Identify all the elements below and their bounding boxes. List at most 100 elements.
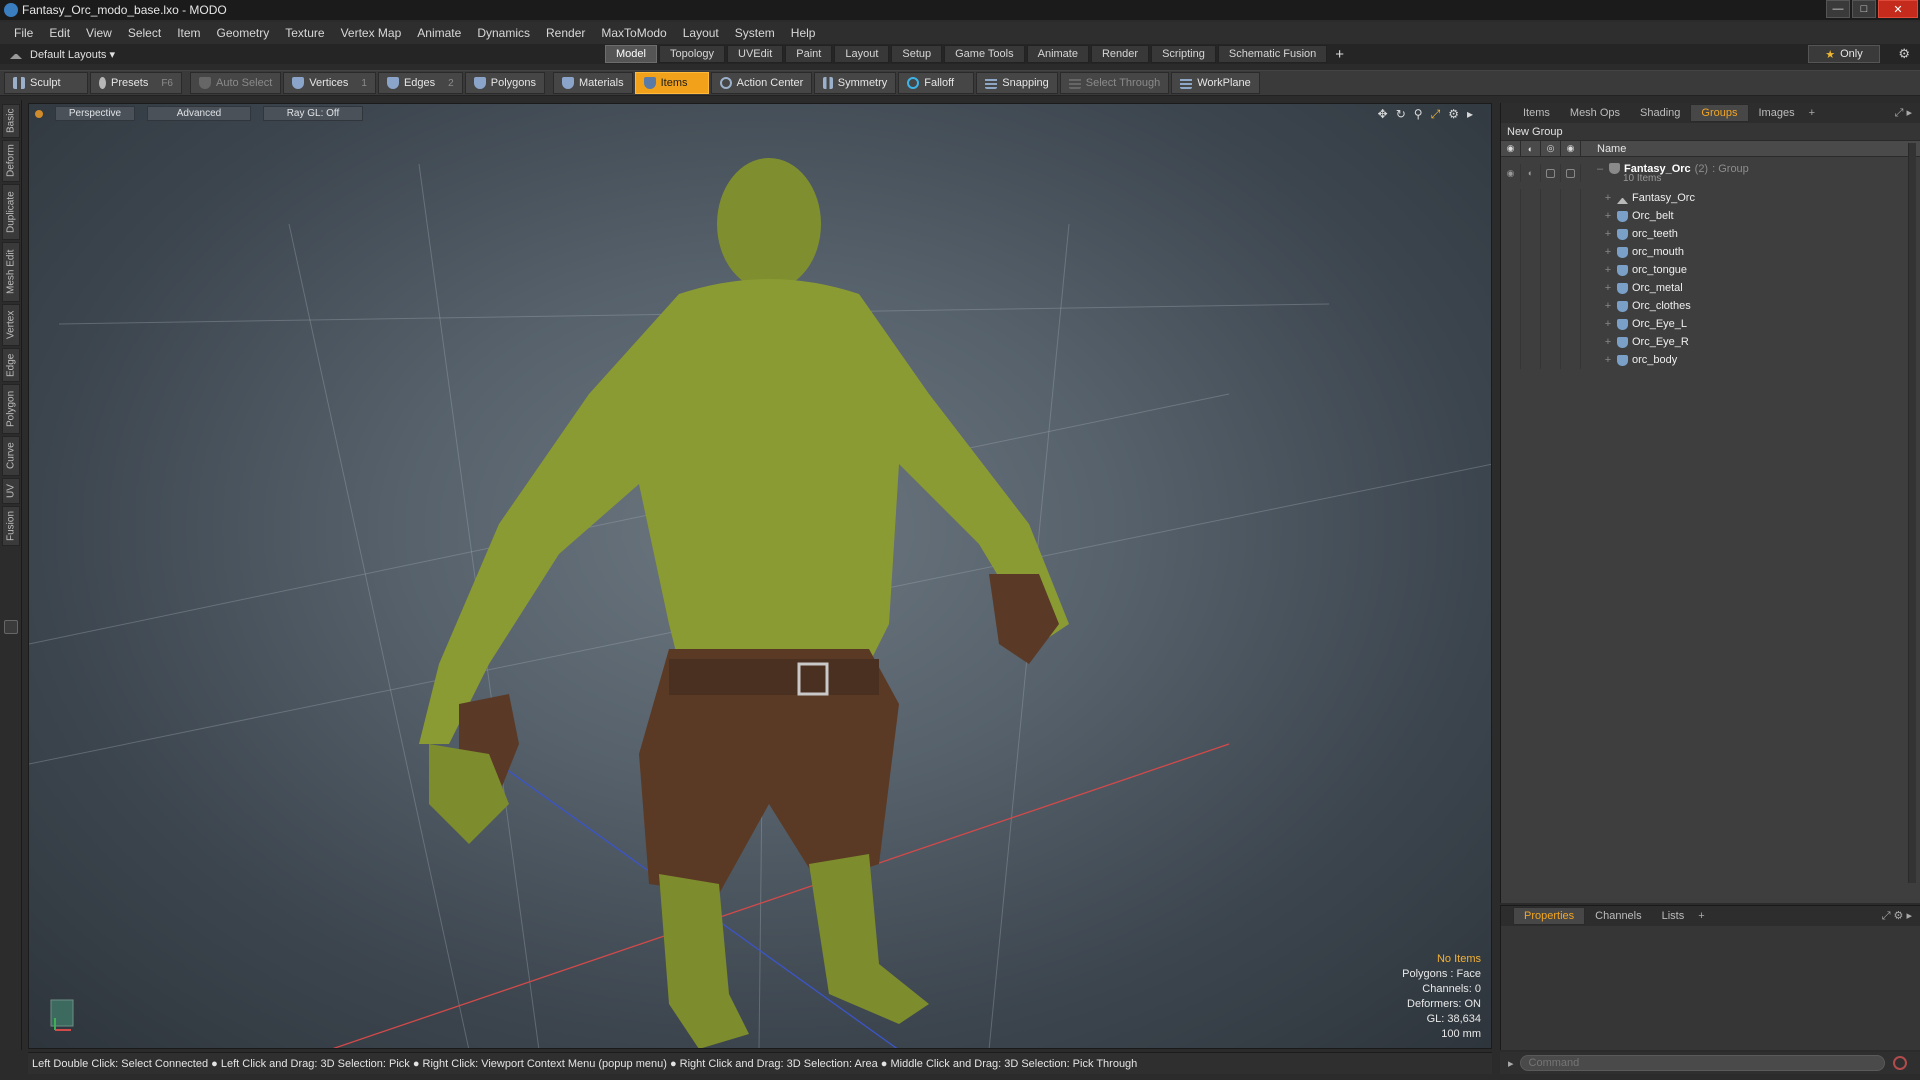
vtab-deform[interactable]: Deform xyxy=(2,140,20,182)
list-item[interactable]: + orc_body xyxy=(1501,351,1920,369)
expand-icon[interactable]: + xyxy=(1603,264,1613,276)
edges-button[interactable]: Edges 2 xyxy=(377,72,463,94)
list-item[interactable]: + Orc_Eye_L xyxy=(1501,315,1920,333)
menu-animate[interactable]: Animate xyxy=(409,26,469,40)
items-button[interactable]: Items xyxy=(634,72,709,94)
expand-icon[interactable]: + xyxy=(1603,282,1613,294)
menu-file[interactable]: File xyxy=(6,26,41,40)
tab-images[interactable]: Images xyxy=(1749,105,1805,121)
move-view-icon[interactable]: ✥ xyxy=(1378,107,1388,122)
tab-model[interactable]: Model xyxy=(605,45,657,63)
materials-button[interactable]: Materials xyxy=(553,72,633,94)
tab-properties[interactable]: Properties xyxy=(1513,907,1586,925)
group-lock-toggle[interactable] xyxy=(1541,164,1561,182)
menu-help[interactable]: Help xyxy=(783,26,824,40)
expand-icon[interactable]: + xyxy=(1603,192,1613,204)
3d-viewport[interactable]: Perspective Advanced Ray GL: Off ✥ ↻ ⚲ ⤢… xyxy=(28,103,1492,1049)
menu-vertex-map[interactable]: Vertex Map xyxy=(333,26,410,40)
menu-dynamics[interactable]: Dynamics xyxy=(469,26,538,40)
presets-button[interactable]: Presets F6 xyxy=(90,72,182,94)
list-item[interactable]: + orc_teeth xyxy=(1501,225,1920,243)
select-column-icon[interactable]: ◉ xyxy=(1561,140,1581,157)
maximize-button[interactable]: □ xyxy=(1852,0,1876,18)
raygl-button[interactable]: Ray GL: Off xyxy=(263,106,363,121)
tab-game-tools[interactable]: Game Tools xyxy=(944,45,1025,63)
menu-geometry[interactable]: Geometry xyxy=(209,26,278,40)
vertices-button[interactable]: Vertices 1 xyxy=(283,72,376,94)
menu-edit[interactable]: Edit xyxy=(41,26,78,40)
minimize-button[interactable]: — xyxy=(1826,0,1850,18)
rail-toggle-button[interactable] xyxy=(4,620,18,634)
tab-channels[interactable]: Channels xyxy=(1585,908,1651,924)
collapse-icon[interactable]: – xyxy=(1595,163,1605,175)
add-properties-tab-button[interactable]: + xyxy=(1698,910,1704,922)
menu-select[interactable]: Select xyxy=(120,26,169,40)
tab-shading[interactable]: Shading xyxy=(1630,105,1690,121)
tab-items[interactable]: Items xyxy=(1513,105,1560,121)
list-item[interactable]: + Orc_Eye_R xyxy=(1501,333,1920,351)
expand-icon[interactable]: + xyxy=(1603,228,1613,240)
tab-mesh-ops[interactable]: Mesh Ops xyxy=(1560,105,1630,121)
menu-layout[interactable]: Layout xyxy=(675,26,727,40)
falloff-button[interactable]: Falloff xyxy=(898,72,975,94)
close-button[interactable]: ✕ xyxy=(1878,0,1918,18)
viewport-settings-icon[interactable]: ⚙ xyxy=(1448,107,1459,122)
viewport-expand-icon[interactable]: ▸ xyxy=(1467,107,1473,122)
menu-item[interactable]: Item xyxy=(169,26,208,40)
menu-maxtomodo[interactable]: MaxToModo xyxy=(593,26,674,40)
vtab-fusion[interactable]: Fusion xyxy=(2,506,20,546)
groups-scrollbar[interactable] xyxy=(1908,143,1916,883)
viewport-menu-icon[interactable] xyxy=(35,110,43,118)
group-row[interactable]: ◉ ◐ – Fantasy_Orc (2) : Group 10 Items xyxy=(1501,157,1920,189)
list-item[interactable]: + orc_mouth xyxy=(1501,243,1920,261)
layout-up-icon[interactable] xyxy=(10,49,22,59)
list-item[interactable]: + Orc_belt xyxy=(1501,207,1920,225)
default-layouts-dropdown[interactable]: Default Layouts ▾ xyxy=(30,48,115,61)
tab-groups[interactable]: Groups xyxy=(1690,104,1749,122)
panel-maximize-icon[interactable]: ⤢ ▸ xyxy=(1895,106,1912,120)
action-center-button[interactable]: Action Center xyxy=(710,72,813,94)
lock-column-icon[interactable]: ◎ xyxy=(1541,140,1561,157)
tab-uvedit[interactable]: UVEdit xyxy=(727,45,784,63)
vtab-vertex[interactable]: Vertex xyxy=(2,304,20,346)
vtab-polygon[interactable]: Polygon xyxy=(2,384,20,434)
tab-layout[interactable]: Layout xyxy=(834,45,890,63)
polygons-button[interactable]: Polygons xyxy=(464,72,545,94)
group-visibility-toggle[interactable]: ◉ xyxy=(1501,164,1521,182)
menu-texture[interactable]: Texture xyxy=(277,26,332,40)
render-column-icon[interactable]: ◐ xyxy=(1521,140,1541,157)
vtab-uv[interactable]: UV xyxy=(2,478,20,504)
expand-icon[interactable]: + xyxy=(1603,336,1613,348)
menu-view[interactable]: View xyxy=(78,26,120,40)
expand-icon[interactable]: + xyxy=(1603,246,1613,258)
list-item[interactable]: + Fantasy_Orc xyxy=(1501,189,1920,207)
symmetry-button[interactable]: Symmetry xyxy=(814,72,897,94)
name-column-header[interactable]: Name xyxy=(1597,143,1626,155)
menu-system[interactable]: System xyxy=(727,26,783,40)
workplane-button[interactable]: WorkPlane xyxy=(1171,72,1260,94)
command-record-icon[interactable] xyxy=(1892,1056,1907,1070)
sculpt-button[interactable]: Sculpt xyxy=(4,72,88,94)
tab-setup[interactable]: Setup xyxy=(891,45,943,63)
zoom-view-icon[interactable]: ⚲ xyxy=(1414,107,1423,122)
add-layout-tab-button[interactable]: + xyxy=(1335,46,1344,63)
expand-icon[interactable]: + xyxy=(1603,300,1613,312)
tab-animate[interactable]: Animate xyxy=(1026,45,1089,63)
tab-topology[interactable]: Topology xyxy=(658,45,726,63)
expand-icon[interactable]: + xyxy=(1603,354,1613,366)
fit-view-icon[interactable]: ⤢ xyxy=(1431,107,1441,122)
tab-lists[interactable]: Lists xyxy=(1652,908,1695,924)
tab-schematic-fusion[interactable]: Schematic Fusion xyxy=(1217,45,1328,63)
expand-icon[interactable]: + xyxy=(1603,210,1613,222)
menu-render[interactable]: Render xyxy=(538,26,593,40)
vtab-curve[interactable]: Curve xyxy=(2,436,20,476)
tab-paint[interactable]: Paint xyxy=(785,45,833,63)
command-history-icon[interactable]: ▸ xyxy=(1508,1057,1514,1070)
vtab-duplicate[interactable]: Duplicate xyxy=(2,184,20,240)
properties-options-icon[interactable]: ⤢ ⚙ ▸ xyxy=(1882,909,1912,923)
rotate-view-icon[interactable]: ↻ xyxy=(1396,107,1406,122)
group-render-toggle[interactable]: ◐ xyxy=(1521,164,1541,182)
snapping-button[interactable]: Snapping xyxy=(976,72,1058,94)
vtab-edge[interactable]: Edge xyxy=(2,348,20,382)
add-panel-tab-button[interactable]: + xyxy=(1809,107,1815,119)
